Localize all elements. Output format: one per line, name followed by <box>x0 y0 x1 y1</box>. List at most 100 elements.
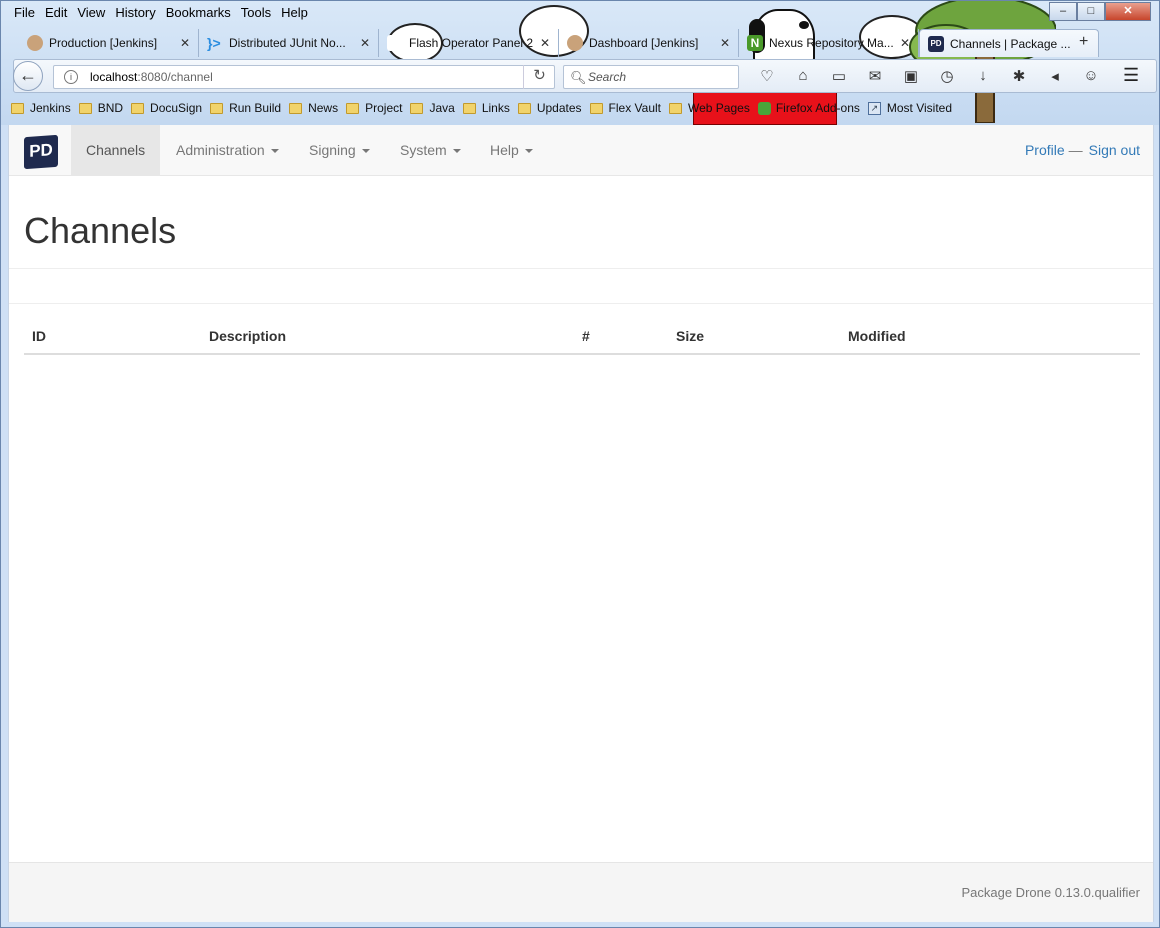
back-arrow-icon: ← <box>19 65 37 85</box>
folder-icon <box>669 102 683 114</box>
nav-label: Administration <box>176 142 265 158</box>
column-header-description[interactable]: Description <box>209 328 286 344</box>
nav-label: Help <box>490 142 519 158</box>
bookmark-folder[interactable]: Run Build <box>210 101 281 115</box>
chat-icon[interactable]: ☺ <box>1073 67 1109 85</box>
nav-signing[interactable]: Signing <box>294 125 385 175</box>
bookmark-folder[interactable]: Jenkins <box>11 101 71 115</box>
hamburger-menu-icon[interactable]: ☰ <box>1123 65 1139 86</box>
addon-icon[interactable]: ✱ <box>1001 67 1037 85</box>
minimize-button[interactable]: – <box>1049 2 1077 21</box>
browser-tab[interactable]: Production [Jenkins] ✕ <box>19 29 199 57</box>
web-page: PD Channels Administration Signing Syste… <box>8 125 1154 922</box>
reload-button[interactable]: ↻ <box>523 65 555 89</box>
close-tab-icon[interactable]: ✕ <box>360 36 370 50</box>
package-drone-logo[interactable]: PD <box>24 134 58 170</box>
menu-bookmarks[interactable]: Bookmarks <box>161 5 236 20</box>
history-icon[interactable]: ◷ <box>929 67 965 85</box>
bookmark-most-visited[interactable]: ↗ Most Visited <box>867 101 953 115</box>
bookmark-label: DocuSign <box>150 101 203 115</box>
app-navbar: PD Channels Administration Signing Syste… <box>9 125 1153 176</box>
menu-edit[interactable]: Edit <box>40 5 72 20</box>
column-header-modified[interactable]: Modified <box>848 328 906 344</box>
home-icon[interactable]: ⌂ <box>785 67 821 85</box>
column-header-size[interactable]: Size <box>676 328 704 344</box>
folder-icon <box>11 102 24 114</box>
folder-icon <box>517 102 531 114</box>
site-info-icon[interactable]: i <box>64 70 78 84</box>
bookmark-folder[interactable]: Project <box>346 101 402 115</box>
nav-administration[interactable]: Administration <box>161 125 294 175</box>
user-links: Profile — Sign out <box>1025 125 1140 175</box>
bookmark-label: News <box>308 101 339 115</box>
bookmark-label: Updates <box>536 101 582 115</box>
browser-tab[interactable]: }> Distributed JUnit No... ✕ <box>199 29 379 57</box>
close-window-button[interactable]: ✕ <box>1105 2 1151 21</box>
bookmark-label: Links <box>481 101 510 115</box>
bookmark-label: Java <box>429 101 455 115</box>
bookmark-folder[interactable]: Java <box>410 101 455 115</box>
nav-help[interactable]: Help <box>475 125 548 175</box>
bookmark-folder[interactable]: News <box>289 101 338 115</box>
bookmark-label: Firefox Add-ons <box>775 101 860 115</box>
close-tab-icon[interactable]: ✕ <box>180 36 190 50</box>
close-tab-icon[interactable]: ✕ <box>900 36 910 50</box>
pocket-icon[interactable]: ♡ <box>749 67 785 85</box>
menu-tools[interactable]: Tools <box>236 5 276 20</box>
jenkins-icon <box>27 35 43 51</box>
menu-file[interactable]: File <box>9 5 40 20</box>
address-bar[interactable]: i localhost:8080/channel <box>53 65 555 89</box>
close-tab-icon[interactable]: ✕ <box>540 36 550 50</box>
most-visited-icon: ↗ <box>867 101 881 115</box>
divider <box>9 303 1153 304</box>
downloads-icon[interactable]: ↓ <box>965 67 1001 85</box>
nav-channels[interactable]: Channels <box>71 125 161 175</box>
bookmark-folder[interactable]: Updates <box>517 101 582 115</box>
maximize-button[interactable]: □ <box>1077 2 1105 21</box>
close-tab-icon[interactable]: ✕ <box>720 36 730 50</box>
folder-icon <box>346 102 360 114</box>
bookmark-folder[interactable]: DocuSign <box>131 101 202 115</box>
sidebar-icon[interactable]: ◂ <box>1037 67 1073 85</box>
caret-down-icon <box>270 149 279 154</box>
reload-icon: ↻ <box>533 67 546 84</box>
tab-label: Flash Operator Panel 2 <box>409 36 534 50</box>
mail-icon[interactable]: ✉ <box>857 67 893 85</box>
menu-view[interactable]: View <box>72 5 110 20</box>
browser-tab[interactable]: Flash Operator Panel 2 ✕ <box>379 29 559 57</box>
menu-help[interactable]: Help <box>276 5 313 20</box>
bookmarks-toolbar: Jenkins BND DocuSign Run Build News Proj… <box>11 101 960 115</box>
toolbar-icons: ♡ ⌂ ▭ ✉ ▣ ◷ ↓ ✱ ◂ ☺ <box>749 67 1109 85</box>
profile-link[interactable]: Profile <box>1025 142 1065 158</box>
jenkins-icon <box>567 35 583 51</box>
column-header-count[interactable]: # <box>582 328 590 344</box>
column-header-id[interactable]: ID <box>32 328 46 344</box>
back-button[interactable]: ← <box>13 61 43 91</box>
bookmark-folder[interactable]: Flex Vault <box>589 101 661 115</box>
window-icon[interactable]: ▭ <box>821 67 857 85</box>
sign-out-link[interactable]: Sign out <box>1089 142 1140 158</box>
new-tab-button[interactable]: + <box>1079 33 1088 51</box>
bookmark-folder[interactable]: Links <box>462 101 510 115</box>
nav-system[interactable]: System <box>385 125 476 175</box>
divider <box>9 268 1153 269</box>
browser-chrome: File Edit View History Bookmarks Tools H… <box>1 1 1159 125</box>
bookmark-folder[interactable]: Web Pages <box>669 101 750 115</box>
bookmark-label: Web Pages <box>688 101 750 115</box>
bookmark-label: BND <box>97 101 124 115</box>
nav-label: Signing <box>309 142 356 158</box>
bookmark-addons[interactable]: Firefox Add-ons <box>757 101 860 115</box>
search-placeholder: Search <box>588 70 627 84</box>
bookmark-label: Most Visited <box>886 101 953 115</box>
url-path: :8080/channel <box>137 70 213 84</box>
browser-tab[interactable]: Dashboard [Jenkins] ✕ <box>559 29 739 57</box>
browser-tab-active[interactable]: PD Channels | Package ... <box>919 29 1099 57</box>
search-input[interactable]: 🔍︎ Search <box>563 65 739 89</box>
menu-history[interactable]: History <box>110 5 160 20</box>
tab-label: Production [Jenkins] <box>49 36 158 50</box>
caret-down-icon <box>524 149 533 154</box>
nav-label: Channels <box>86 142 146 158</box>
screenshot-icon[interactable]: ▣ <box>893 67 929 85</box>
bookmark-folder[interactable]: BND <box>78 101 124 115</box>
browser-tab[interactable]: N Nexus Repository Ma... ✕ <box>739 29 919 57</box>
